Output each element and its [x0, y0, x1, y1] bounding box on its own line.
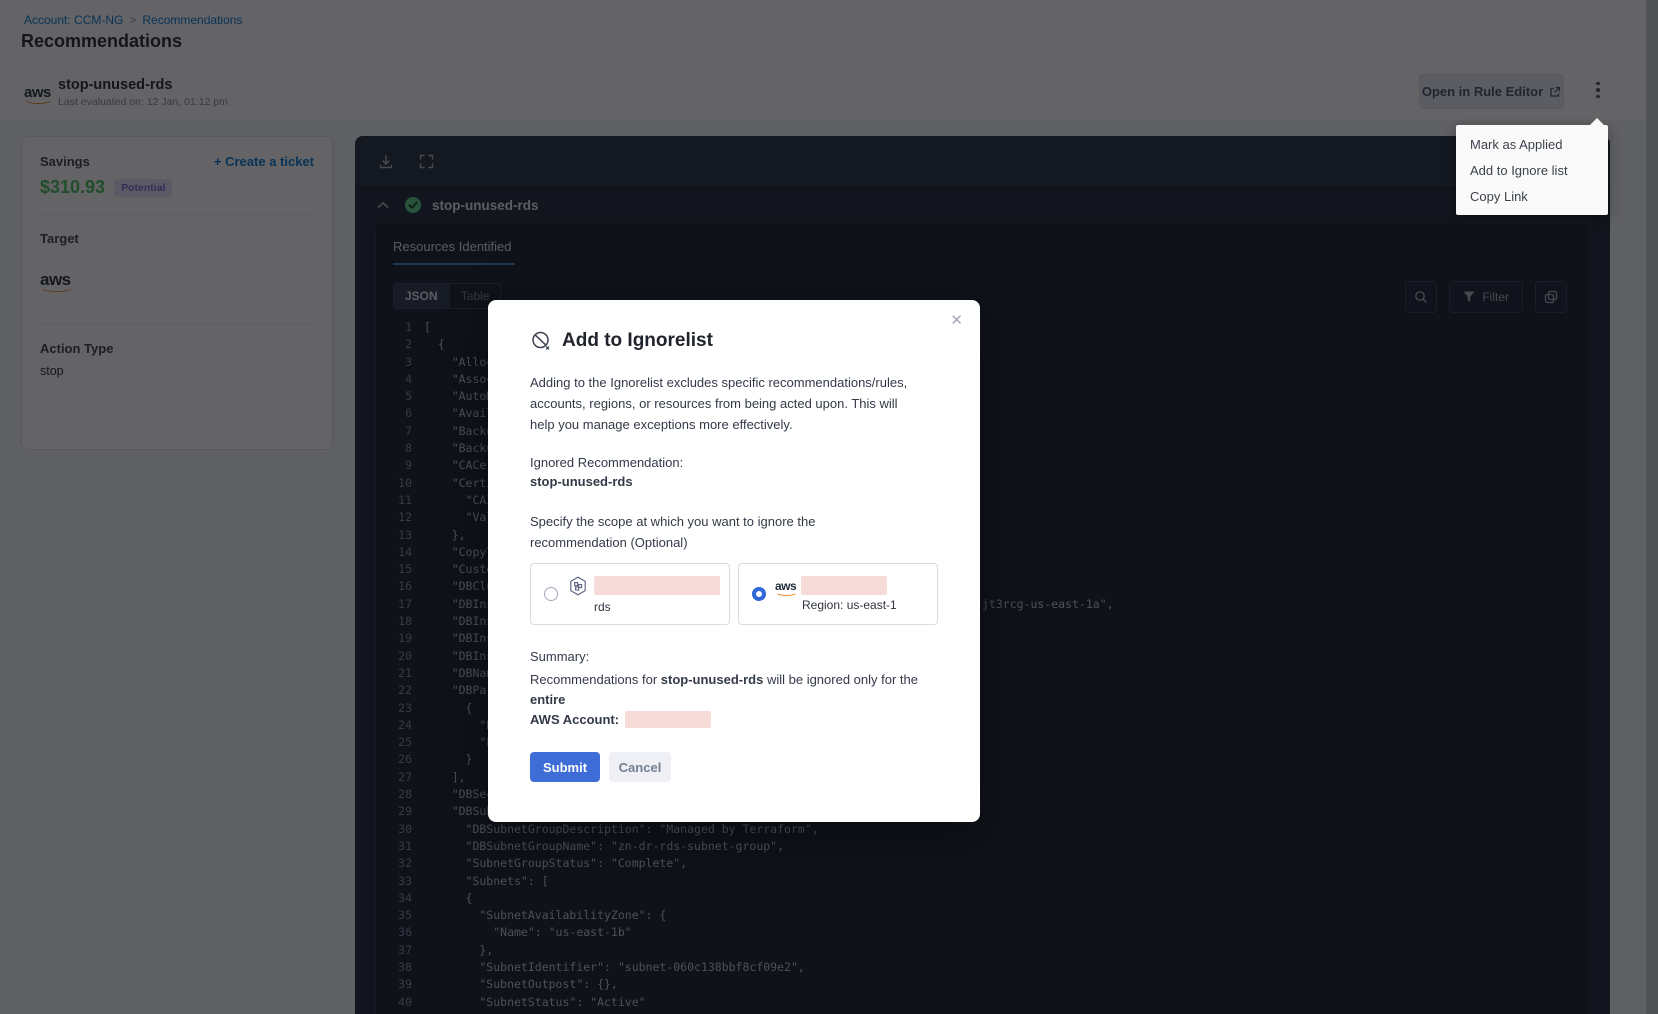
scope-option-label: rds — [594, 600, 720, 614]
menu-item[interactable]: Mark as Applied — [1456, 131, 1608, 157]
cancel-button[interactable]: Cancel — [609, 752, 671, 782]
scope-option-account[interactable]: aws Region: us-east-1 — [738, 563, 938, 625]
submit-button[interactable]: Submit — [530, 752, 600, 782]
add-to-ignorelist-modal: ✕ Add to Ignorelist Adding to the Ignore… — [488, 300, 980, 822]
modal-description: Adding to the Ignorelist excludes specif… — [530, 372, 922, 435]
context-menu: Mark as AppliedAdd to Ignore listCopy Li… — [1456, 125, 1608, 215]
close-icon[interactable]: ✕ — [950, 313, 963, 328]
redacted-value — [801, 576, 887, 595]
scope-option-label: Region: us-east-1 — [802, 598, 897, 612]
scope-label: Specify the scope at which you want to i… — [530, 511, 910, 553]
redacted-value — [594, 576, 720, 595]
aws-logo: aws — [775, 580, 796, 592]
resource-hexagon-icon — [567, 575, 589, 597]
scope-radio[interactable] — [752, 587, 766, 601]
redacted-value — [625, 711, 711, 728]
ignore-icon — [530, 330, 552, 352]
menu-item[interactable]: Add to Ignore list — [1456, 157, 1608, 183]
scope-option-rule[interactable]: rds — [530, 563, 730, 625]
modal-title: Add to Ignorelist — [562, 330, 713, 352]
scope-radio[interactable] — [544, 587, 558, 601]
summary-label: Summary: — [530, 649, 938, 664]
ignored-recommendation-label: Ignored Recommendation: — [530, 455, 938, 470]
menu-item[interactable]: Copy Link — [1456, 183, 1608, 209]
page: Account: CCM-NG > Recommendations Recomm… — [0, 0, 1658, 1014]
summary-text: Recommendations for stop-unused-rds will… — [530, 670, 938, 730]
ignored-recommendation-value: stop-unused-rds — [530, 474, 938, 489]
